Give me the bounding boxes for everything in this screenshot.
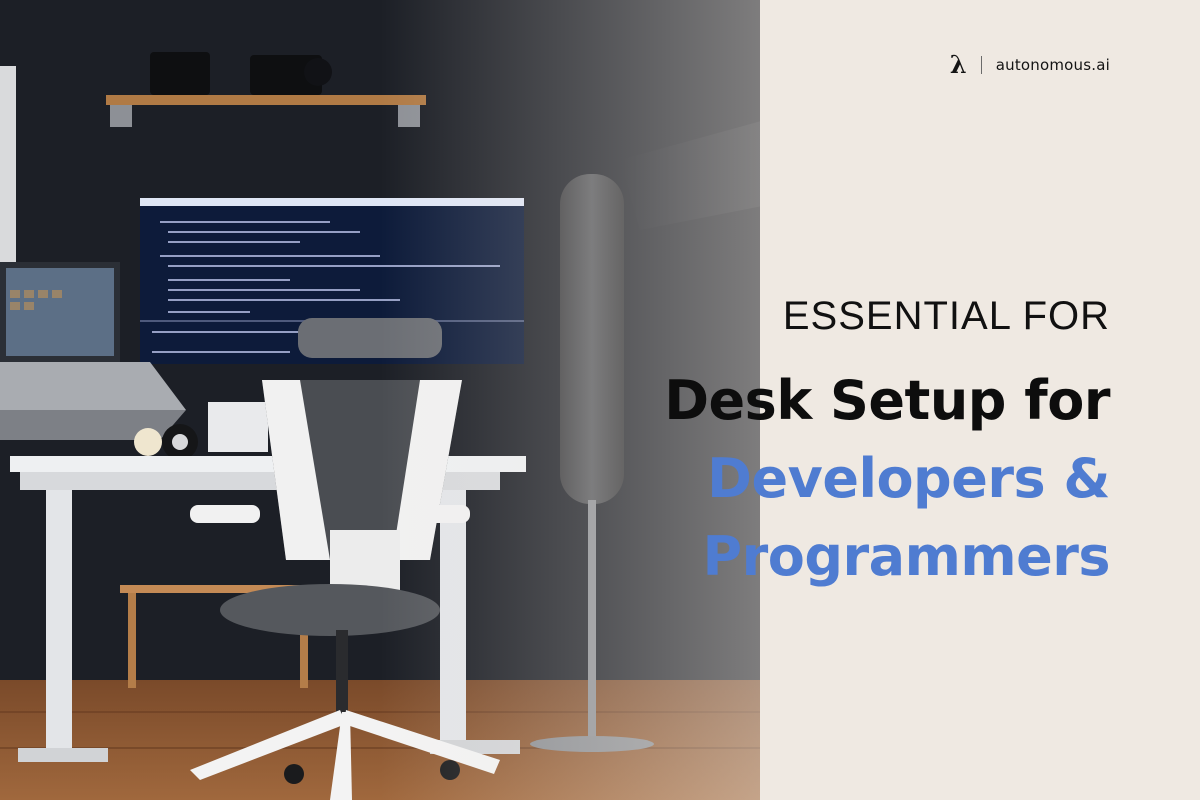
- brand-divider: [980, 56, 982, 74]
- brand-name: autonomous.ai: [995, 56, 1110, 74]
- hero-banner: λ autonomous.ai ESSENTIAL FOR Desk Setup…: [0, 0, 1200, 800]
- camera-1: [150, 52, 210, 95]
- headline-line-1: Desk Setup for: [664, 369, 1110, 432]
- brand-logo[interactable]: λ autonomous.ai: [950, 52, 1110, 78]
- headline-line-2: Developers &: [707, 447, 1110, 510]
- headline-kicker: ESSENTIAL FOR: [782, 294, 1110, 338]
- headline: ESSENTIAL FOR Desk Setup for Developers …: [550, 292, 1110, 596]
- white-panel: [0, 66, 16, 266]
- lambda-icon: λ: [949, 50, 967, 79]
- headline-line-3: Programmers: [702, 525, 1111, 588]
